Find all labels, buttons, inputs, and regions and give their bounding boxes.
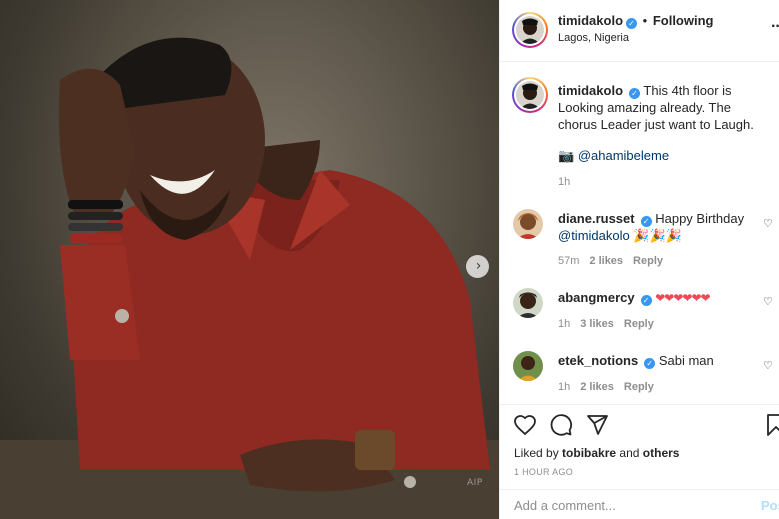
commenter-avatar-image (513, 209, 543, 239)
caption-text: timidakolo ✓ This 4th floor is Looking am… (558, 82, 768, 133)
next-photo-button[interactable]: › (466, 255, 489, 278)
caption-avatar[interactable] (512, 77, 548, 113)
following-button[interactable]: Following (653, 13, 714, 28)
comment-meta: 1h 3 likes Reply (558, 318, 654, 330)
verified-badge-icon: ✓ (629, 88, 641, 99)
like-comment-heart-icon[interactable]: ♡ (763, 217, 773, 230)
caption-username[interactable]: timidakolo (558, 83, 623, 98)
verified-badge-icon: ✓ (626, 18, 638, 29)
dot-separator: • (642, 13, 648, 28)
portrait-illustration (0, 37, 499, 519)
verified-badge-icon: ✓ (644, 358, 656, 369)
comments-list[interactable]: timidakolo ✓ This 4th floor is Looking am… (500, 63, 779, 403)
comment-text: etek_notions ✓ Sabi man (558, 352, 768, 369)
post-side-panel: timidakolo ✓ • Following Lagos, Nigeria ·… (499, 0, 779, 519)
comment-body: ❤❤❤❤❤❤ (655, 291, 710, 305)
comment-text: diane.russet ✓ Happy Birthday @timidakolo… (558, 210, 768, 244)
comment-avatar[interactable] (513, 351, 543, 381)
post-timestamp[interactable]: 1 HOUR AGO (514, 467, 573, 477)
comment-time[interactable]: 1h (558, 381, 570, 393)
post-comment-button[interactable]: Post (761, 498, 779, 513)
add-comment-bar: Post (500, 489, 779, 519)
comment-meta: 57m 2 likes Reply (558, 255, 663, 267)
comment-username[interactable]: abangmercy (558, 290, 635, 305)
comment-likes[interactable]: 3 likes (580, 318, 614, 330)
comment-time[interactable]: 57m (558, 255, 579, 267)
comment-likes[interactable]: 2 likes (589, 255, 623, 267)
heart-icon[interactable] (513, 413, 537, 437)
reply-button[interactable]: Reply (624, 381, 654, 393)
comment-avatar[interactable] (513, 288, 543, 318)
comment-avatar[interactable] (513, 209, 543, 239)
comment-likes[interactable]: 2 likes (580, 381, 614, 393)
liked-by-others-link[interactable]: others (643, 446, 680, 460)
chevron-right-icon: › (475, 258, 482, 274)
comment-icon[interactable] (549, 413, 573, 437)
post-header: timidakolo ✓ • Following Lagos, Nigeria ·… (500, 0, 779, 62)
share-icon[interactable] (585, 413, 609, 437)
comment-text: abangmercy ✓ ❤❤❤❤❤❤ (558, 289, 768, 307)
reply-button[interactable]: Reply (633, 255, 663, 267)
comment-username[interactable]: diane.russet (558, 211, 635, 226)
comment-body: Happy Birthday (655, 211, 745, 226)
comment-meta: 1h 2 likes Reply (558, 381, 654, 393)
post-photo[interactable]: › AIP (0, 0, 499, 519)
caption-time[interactable]: 1h (558, 176, 570, 188)
author-avatar-image (516, 16, 544, 44)
bookmark-icon[interactable] (764, 413, 779, 437)
author-username[interactable]: timidakolo (558, 13, 623, 28)
comment-body: Sabi man (658, 353, 714, 368)
add-comment-input[interactable] (514, 498, 734, 513)
reply-button[interactable]: Reply (624, 318, 654, 330)
credit-mention-link[interactable]: @ahamibeleme (578, 148, 669, 163)
comment-username[interactable]: etek_notions (558, 353, 638, 368)
verified-badge-icon: ✓ (640, 295, 652, 306)
post-actions: Liked by tobibakre and others 1 HOUR AGO (500, 404, 779, 488)
caption-credit: 📷 @ahamibeleme (558, 147, 768, 164)
like-comment-heart-icon[interactable]: ♡ (763, 295, 773, 308)
photo-watermark: AIP (467, 478, 483, 488)
commenter-avatar-image (513, 288, 543, 318)
verified-badge-icon: ✓ (640, 216, 652, 227)
comment-mention-link[interactable]: @timidakolo (558, 228, 630, 243)
caption-avatar-image (516, 81, 544, 109)
liked-by-line: Liked by tobibakre and others (514, 446, 679, 460)
author-avatar[interactable] (512, 12, 548, 48)
liked-by-and: and (619, 446, 640, 460)
ellipsis-icon[interactable]: ·· (771, 18, 779, 36)
post-location[interactable]: Lagos, Nigeria (558, 32, 629, 44)
commenter-avatar-image (513, 351, 543, 381)
comment-emoji: 🎉🎉🎉 (633, 228, 682, 243)
camera-emoji: 📷 (558, 148, 575, 163)
like-comment-heart-icon[interactable]: ♡ (763, 359, 773, 372)
liked-by-prefix: Liked by (514, 446, 559, 460)
liked-by-user-link[interactable]: tobibakre (562, 446, 616, 460)
comment-time[interactable]: 1h (558, 318, 570, 330)
header-user-line: timidakolo ✓ • Following (558, 13, 713, 29)
